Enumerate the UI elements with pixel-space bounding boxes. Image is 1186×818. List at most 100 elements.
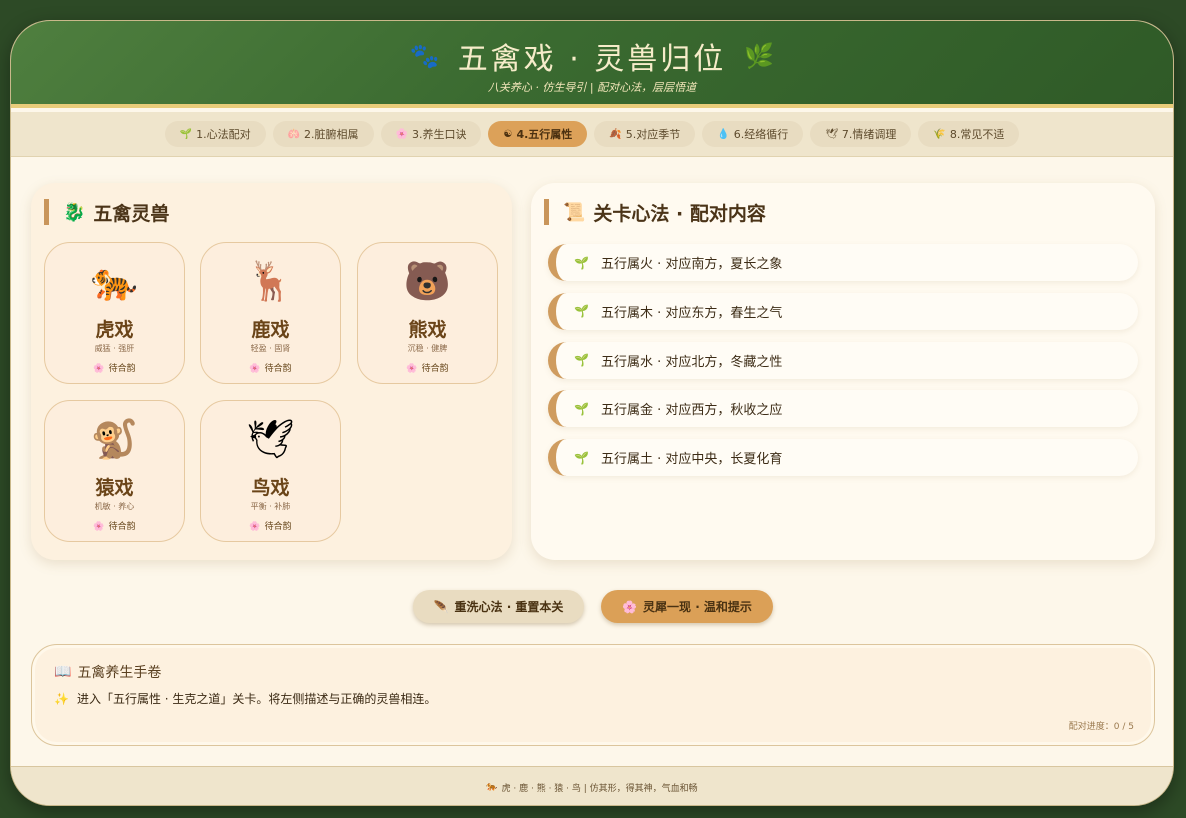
tab-icon: 🌸 — [395, 128, 408, 140]
tab-level-2[interactable]: 🫁 2.脏腑相属 — [272, 121, 374, 147]
feather-icon: 🪶 — [433, 599, 449, 614]
reset-button-label: 重洗心法 · 重置本关 — [454, 600, 564, 614]
paw-icon: 🐾 — [409, 42, 440, 70]
pairing-item[interactable]: 🌱 五行属火 · 对应南方，夏长之象 — [548, 244, 1138, 281]
hint-button[interactable]: 🌸 灵犀一现 · 温和提示 — [601, 590, 773, 623]
pairing-item-text: 五行属水 · 对应北方，冬藏之性 — [600, 354, 783, 370]
tab-icon: 🍂 — [609, 128, 622, 140]
sprout-icon: 🌱 — [574, 255, 589, 270]
tab-label: 5.对应季节 — [625, 128, 681, 141]
tab-label: 3.养生口诀 — [411, 128, 467, 141]
tab-level-1[interactable]: 🌱 1.心法配对 — [164, 121, 266, 147]
beast-icon: 🐻 — [403, 259, 452, 303]
beast-icon: 🐅 — [90, 259, 139, 303]
beast-description: 沉稳 · 健脾 — [407, 344, 448, 353]
tab-icon: 🫁 — [287, 128, 301, 140]
beast-card[interactable]: 🐅 虎戏威猛 · 强肝 🌸 待合韵 — [44, 242, 185, 384]
pairing-item[interactable]: 🌱 五行属水 · 对应北方，冬藏之性 — [548, 341, 1138, 379]
pairing-item-text: 五行属土 · 对应中央，长夏化育 — [600, 452, 783, 468]
blossom-icon: 🌸 — [406, 364, 418, 374]
tab-level-4[interactable]: ☯ 4.五行属性 — [488, 121, 588, 147]
beast-status: 🌸 待合韵 — [201, 361, 340, 374]
tab-icon: 🌱 — [179, 128, 193, 140]
beast-card[interactable]: 🕊 鸟戏平衡 · 补肺 🌸 待合韵 — [200, 400, 341, 542]
pairing-item-text: 五行属木 · 对应东方，春生之气 — [600, 305, 783, 321]
tab-icon: 🌾 — [933, 128, 946, 140]
dragon-icon: 🐉 — [63, 201, 86, 223]
beast-name: 熊戏 — [408, 319, 447, 341]
hint-button-label: 灵犀一现 · 温和提示 — [643, 600, 752, 614]
beast-status: 🌸 待合韵 — [358, 361, 497, 374]
blossom-icon: 🌸 — [622, 599, 638, 614]
tab-level-6[interactable]: 💧 6.经络循行 — [702, 121, 804, 147]
beast-description: 机敏 · 养心 — [94, 502, 135, 511]
beast-status-label: 待合韵 — [264, 364, 292, 374]
sprout-icon: 🌱 — [574, 450, 589, 465]
header: 🐾 五禽戏 · 灵兽归位 🌿 八关养心 · 仿生导引 | 配对心法，层层悟道 — [11, 21, 1173, 108]
pairing-panel: 📜 关卡心法 · 配对内容 🌱 五行属火 · 对应南方，夏长之象 🌱 五行属木 · 对… — [531, 183, 1155, 560]
tab-level-5[interactable]: 🍂 5.对应季节 — [594, 121, 696, 147]
guide-scroll-heading: 📖 五禽养生手卷 — [54, 662, 161, 682]
beast-icon: 🦌 — [246, 259, 295, 303]
beast-description: 威猛 · 强肝 — [94, 344, 135, 353]
beast-description: 平衡 · 补肺 — [250, 502, 291, 511]
app-window: 🐾 五禽戏 · 灵兽归位 🌿 八关养心 · 仿生导引 | 配对心法，层层悟道 🌱… — [10, 20, 1174, 806]
tab-icon: 💧 — [717, 128, 730, 140]
guide-scroll-title: 五禽养生手卷 — [77, 665, 162, 681]
tab-level-3[interactable]: 🌸 3.养生口诀 — [380, 121, 482, 147]
guide-scroll: 📖 五禽养生手卷 ✨ 进入「五行属性 · 生克之道」关卡。将左侧描述与正确的灵兽… — [31, 644, 1155, 746]
sparkle-icon: ✨ — [54, 691, 69, 706]
reset-button[interactable]: 🪶 重洗心法 · 重置本关 — [413, 590, 584, 623]
book-icon: 📖 — [54, 664, 72, 680]
beast-name: 鹿戏 — [251, 319, 290, 341]
scroll-icon: 📜 — [563, 201, 586, 223]
beast-icon: 🕊 — [246, 417, 295, 461]
beast-icon: 🐒 — [90, 417, 139, 461]
beast-status-label: 待合韵 — [108, 364, 136, 374]
pairing-panel-heading: 📜 关卡心法 · 配对内容 — [544, 199, 766, 225]
tab-label: 7.情绪调理 — [841, 128, 897, 141]
tab-label: 2.脏腑相属 — [304, 128, 359, 141]
pairing-item-text: 五行属火 · 对应南方，夏长之象 — [600, 257, 783, 272]
page-title: 五禽戏 · 灵兽归位 — [457, 42, 727, 77]
pairing-item[interactable]: 🌱 五行属木 · 对应东方，春生之气 — [548, 292, 1138, 330]
beast-status: 🌸 待合韵 — [45, 361, 184, 374]
beast-name: 猿戏 — [95, 477, 134, 499]
tab-label: 6.经络循行 — [733, 128, 789, 141]
pairing-item[interactable]: 🌱 五行属土 · 对应中央，长夏化育 — [548, 439, 1138, 477]
beast-card[interactable]: 🐻 熊戏沉稳 · 健脾 🌸 待合韵 — [357, 242, 498, 384]
beast-status-label: 待合韵 — [421, 364, 449, 374]
pairing-panel-title: 关卡心法 · 配对内容 — [593, 202, 766, 225]
beast-card[interactable]: 🐒 猿戏机敏 · 养心 🌸 待合韵 — [44, 400, 185, 542]
beast-status: 🌸 待合韵 — [201, 519, 340, 532]
beast-name: 虎戏 — [95, 319, 134, 341]
blossom-icon: 🌸 — [93, 364, 105, 374]
page-subtitle: 八关养心 · 仿生导引 | 配对心法，层层悟道 — [487, 81, 697, 94]
beast-panel: 🐉 五禽灵兽 🐅 虎戏 威猛 · 强肝 🌸 待合韵 🦌 鹿戏 轻盈 · 固肾 🌸 待合韵 🐻 熊戏 沉稳… — [31, 183, 512, 560]
beast-panel-title: 五禽灵兽 — [93, 202, 170, 225]
tiger-icon: 🐅 — [486, 782, 498, 792]
guide-message: ✨ 进入「五行属性 · 生克之道」关卡。将左侧描述与正确的灵兽相连。 — [54, 690, 436, 707]
tab-level-8[interactable]: 🌾 8.常见不适 — [918, 121, 1020, 147]
sprout-icon: 🌱 — [574, 401, 589, 416]
pairing-progress: 配对进度：0 / 5 — [1068, 722, 1134, 732]
footer: 🐅 虎 · 鹿 · 熊 · 猿 · 鸟 | 仿其形，得其神，气血和畅 — [11, 766, 1173, 805]
tab-icon: 🕊 — [825, 128, 838, 140]
header-title-row: 🐾 五禽戏 · 灵兽归位 🌿 — [11, 35, 1173, 77]
tab-icon: ☯ — [503, 128, 513, 140]
tab-label: 4.五行属性 — [516, 128, 573, 141]
tab-label: 1.心法配对 — [196, 128, 251, 141]
blossom-icon: 🌸 — [249, 364, 261, 374]
pairing-item-text: 五行属金 · 对应西方，秋收之应 — [600, 403, 783, 419]
beast-panel-heading: 🐉 五禽灵兽 — [44, 199, 169, 225]
pairing-item[interactable]: 🌱 五行属金 · 对应西方，秋收之应 — [548, 390, 1138, 428]
footer-text: 虎 · 鹿 · 熊 · 猿 · 鸟 | 仿其形，得其神，气血和畅 — [501, 783, 698, 794]
beast-name: 鸟戏 — [251, 477, 290, 499]
beast-card[interactable]: 🦌 鹿戏轻盈 · 固肾 🌸 待合韵 — [200, 242, 341, 384]
beast-description: 轻盈 · 固肾 — [250, 344, 291, 353]
level-tabs: 🌱 1.心法配对 🫁 2.脏腑相属 🌸 3.养生口诀 ☯ 4.五行属性 🍂 5.对应季节 💧 6.经络… — [11, 112, 1173, 157]
tab-level-7[interactable]: 🕊 7.情绪调理 — [810, 121, 912, 147]
tab-label: 8.常见不适 — [949, 128, 1005, 141]
beast-status-label: 待合韵 — [108, 522, 136, 532]
beast-status: 🌸 待合韵 — [45, 519, 184, 532]
